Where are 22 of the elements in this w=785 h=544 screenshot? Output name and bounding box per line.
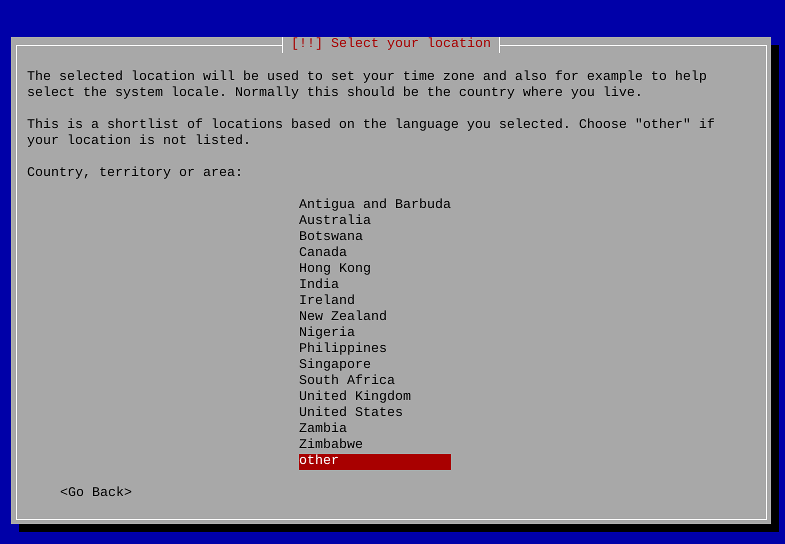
country-option[interactable]: United States bbox=[299, 406, 451, 422]
go-back-button[interactable]: <Go Back> bbox=[60, 486, 132, 502]
country-option[interactable]: Antigua and Barbuda bbox=[299, 198, 451, 214]
country-option[interactable]: India bbox=[299, 278, 451, 294]
country-option[interactable]: South Africa bbox=[299, 374, 451, 390]
country-option[interactable]: Botswana bbox=[299, 230, 451, 246]
country-option[interactable]: Ireland bbox=[299, 294, 451, 310]
prompt-label: Country, territory or area: bbox=[27, 166, 243, 182]
country-option[interactable]: New Zealand bbox=[299, 310, 451, 326]
country-option[interactable]: Singapore bbox=[299, 358, 451, 374]
country-option[interactable]: Philippines bbox=[299, 342, 451, 358]
dialog-title: [!!] Select your location bbox=[282, 37, 500, 53]
country-option[interactable]: Zambia bbox=[299, 422, 451, 438]
description-text: This is a shortlist of locations based on the language you selected. Choose "other" if your location is not listed. bbox=[27, 118, 716, 150]
country-option[interactable]: Canada bbox=[299, 246, 451, 262]
country-option[interactable]: Zimbabwe bbox=[299, 438, 451, 454]
country-option[interactable]: other bbox=[299, 454, 451, 470]
country-option[interactable]: United Kingdom bbox=[299, 390, 451, 406]
country-option[interactable]: Nigeria bbox=[299, 326, 451, 342]
description-text: The selected location will be used to set your time zone and also for example to help select the system locale. Normally this should be the country where you live. bbox=[27, 70, 708, 102]
country-option[interactable]: Australia bbox=[299, 214, 451, 230]
country-option[interactable]: Hong Kong bbox=[299, 262, 451, 278]
